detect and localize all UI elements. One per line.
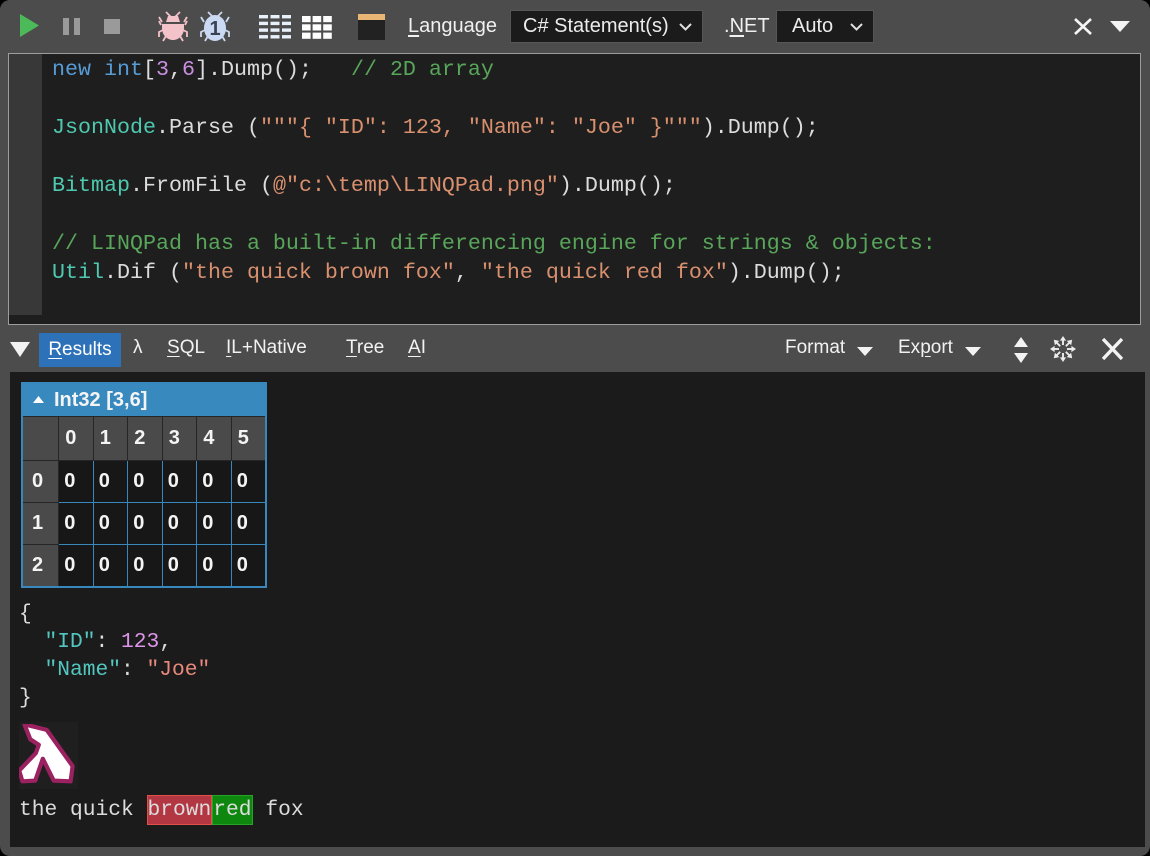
- svg-text:1: 1: [209, 18, 220, 40]
